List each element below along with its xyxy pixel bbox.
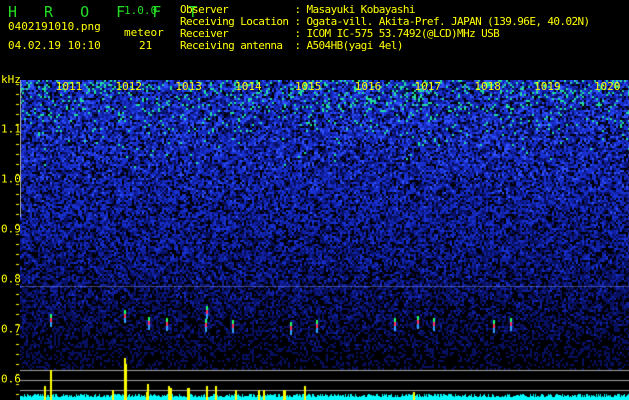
station-info: Observer : Masayuki Kobayashi Receiving … (180, 4, 629, 54)
time-label: 1013 (175, 80, 202, 93)
y-tick-marks (0, 80, 20, 400)
datetime: 04.02.19 10:10 (8, 39, 101, 52)
spectrogram (20, 80, 629, 400)
app-logo: H R O F F T (8, 3, 207, 21)
time-label: 1011 (55, 80, 83, 93)
time-label: 1012 (115, 80, 143, 93)
filename: 0402191010.png (8, 20, 101, 33)
time-label: 1016 (354, 80, 382, 93)
time-label: 1019 (534, 80, 561, 93)
time-label: 1017 (414, 80, 442, 93)
time-label: 1020 (593, 80, 621, 93)
time-label: 1015 (294, 80, 322, 93)
spectrogram-canvas (20, 80, 629, 400)
app-version: 1.0.0 (124, 4, 158, 17)
time-label: 1014 (235, 80, 262, 93)
info-antenna: Receiving antenna : A504HB(yagi 4el) (180, 39, 403, 52)
meteor-label: meteor (124, 26, 164, 39)
time-label: 1018 (474, 80, 501, 93)
meteor-count: 21 (139, 39, 153, 52)
